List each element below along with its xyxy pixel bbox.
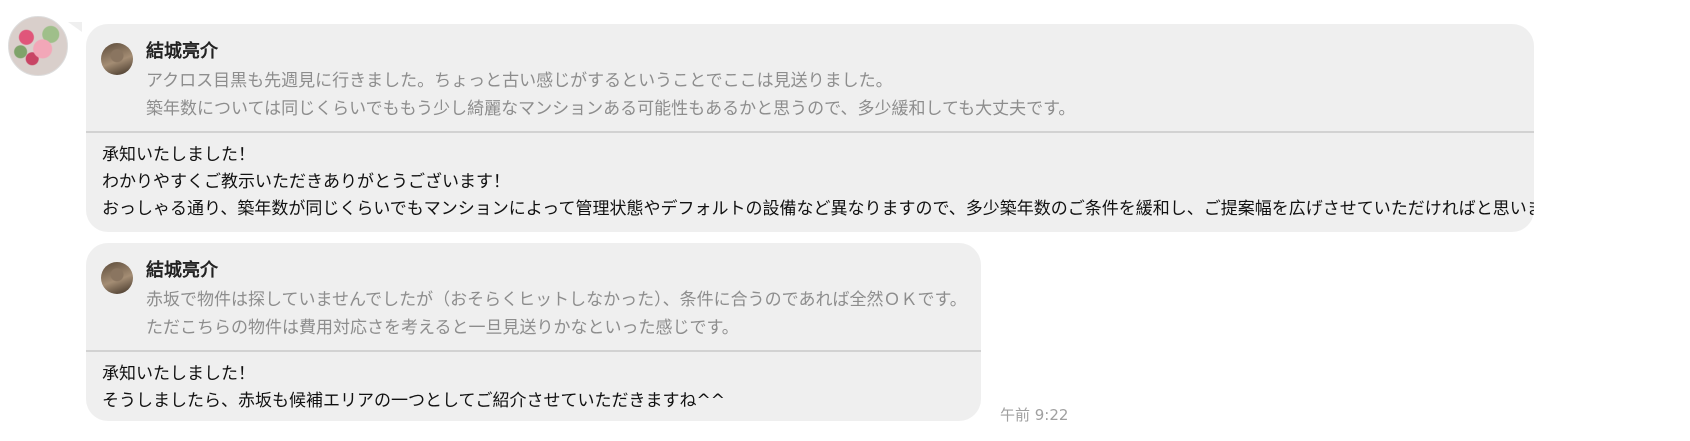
message-timestamp: 午前 9:22 [1000, 406, 1069, 424]
quoted-text-line: 赤坂で物件は探していませんでしたが（おそらくヒットしなかった）、条件に合うのであ… [146, 290, 967, 310]
sender-avatar[interactable] [8, 16, 68, 76]
quoted-text-line: ただこちらの物件は費用対応さを考えると一旦見送りかなといった感じです。 [146, 318, 739, 338]
quoted-sender-name: 結城亮介 [146, 260, 218, 281]
quoted-sender-name: 結城亮介 [146, 41, 218, 62]
message-bubble[interactable]: 結城亮介 赤坂で物件は探していませんでしたが（おそらくヒットしなかった）、条件に… [86, 243, 981, 421]
bubble-tail [68, 22, 82, 32]
quoted-message[interactable]: 結城亮介 アクロス目黒も先週見に行きました。ちょっと古い感じがするということでこ… [86, 24, 1534, 133]
reply-line: 承知いたしました！ [102, 145, 255, 165]
reply-line: 承知いたしました！ [102, 364, 255, 384]
quoted-message[interactable]: 結城亮介 赤坂で物件は探していませんでしたが（おそらくヒットしなかった）、条件に… [86, 243, 981, 352]
quoted-text-line: アクロス目黒も先週見に行きました。ちょっと古い感じがするということでここは見送り… [146, 71, 893, 91]
reply-line: そうしましたら、赤坂も候補エリアの一つとしてご紹介させていただきますね^^ [102, 391, 725, 411]
reply-line: おっしゃる通り、築年数が同じくらいでもマンションによって管理状態やデフォルトの設… [102, 199, 1534, 219]
quoted-text-line: 築年数については同じくらいでももう少し綺麗なマンションある可能性もあるかと思うの… [146, 99, 1076, 119]
quoted-sender-avatar [101, 262, 133, 294]
reply-line: わかりやすくご教示いただきありがとうございます！ [102, 172, 510, 192]
message-bubble[interactable]: 結城亮介 アクロス目黒も先週見に行きました。ちょっと古い感じがするということでこ… [86, 24, 1534, 232]
reply-text: 承知いたしました！ そうしましたら、赤坂も候補エリアの一つとしてご紹介させていた… [102, 361, 725, 415]
quoted-sender-avatar [101, 43, 133, 75]
reply-text: 承知いたしました！ わかりやすくご教示いただきありがとうございます！ おっしゃる… [102, 142, 1534, 223]
